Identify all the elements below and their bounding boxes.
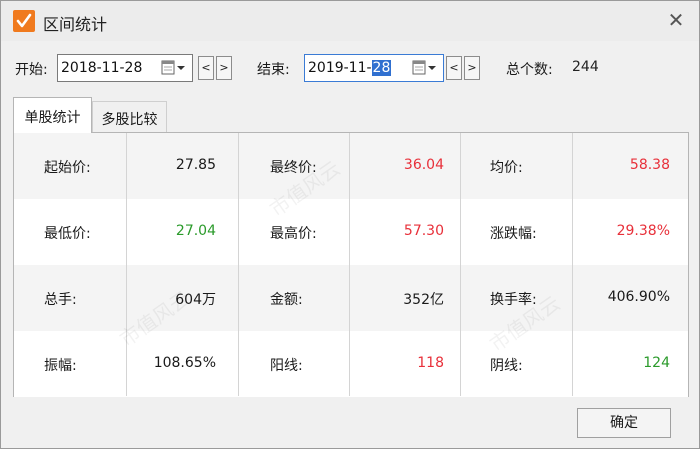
stat-label-avg-price: 均价:	[490, 160, 523, 176]
start-date-input[interactable]: 2018-11-28	[57, 54, 193, 82]
end-date-prefix: 2019-11-	[308, 60, 372, 76]
stat-label-change-pct: 涨跌幅:	[490, 226, 537, 242]
stat-label-volume: 总手:	[44, 292, 77, 308]
stat-label-amplitude: 振幅:	[44, 358, 77, 374]
stat-label-amount: 金额:	[270, 292, 303, 308]
close-icon: ✕	[667, 8, 685, 32]
stat-value-amount: 352亿	[403, 292, 444, 308]
close-button[interactable]: ✕	[665, 9, 687, 31]
stat-label-up-candles: 阳线:	[270, 358, 303, 374]
stats-grid: 起始价: 27.85 最终价: 36.04 均价: 58.38 最低价: 27.…	[14, 133, 688, 397]
stat-value-change-pct: 29.38%	[616, 223, 670, 239]
stat-label-high-price: 最高价:	[270, 226, 317, 242]
title-bar: 区间统计 ✕	[1, 1, 699, 41]
end-date-label: 结束:	[257, 62, 290, 78]
stat-value-down-candles: 124	[643, 355, 670, 371]
stat-label-turnover: 换手率:	[490, 292, 537, 308]
end-date-value: 2019-11-28	[308, 60, 392, 76]
tab-single-stock[interactable]: 单股统计	[13, 97, 92, 133]
start-date-value: 2018-11-28	[61, 60, 143, 76]
start-date-label: 开始:	[15, 62, 48, 78]
stat-value-start-price: 27.85	[175, 157, 216, 173]
checkmark-icon	[13, 10, 35, 32]
end-date-selected-day: 28	[371, 60, 392, 76]
stats-row: 总手: 604万 金额: 352亿 换手率: 406.90%	[14, 265, 688, 331]
stat-label-end-price: 最终价:	[270, 160, 317, 176]
column-divider	[349, 133, 350, 396]
stat-value-high-price: 57.30	[403, 223, 444, 239]
stat-label-low-price: 最低价:	[44, 226, 91, 242]
start-prev-button[interactable]: <	[198, 56, 214, 80]
stat-label-down-candles: 阴线:	[490, 358, 523, 374]
start-next-button[interactable]: >	[216, 56, 232, 80]
ok-button[interactable]: 确定	[577, 408, 671, 438]
stat-value-low-price: 27.04	[175, 223, 216, 239]
stats-row: 最低价: 27.04 最高价: 57.30 涨跌幅: 29.38%	[14, 199, 688, 265]
end-prev-button[interactable]: <	[446, 56, 462, 80]
stats-row: 起始价: 27.85 最终价: 36.04 均价: 58.38	[14, 133, 688, 199]
stat-value-up-candles: 118	[417, 355, 444, 371]
stat-value-volume: 604万	[175, 292, 216, 308]
end-next-button[interactable]: >	[464, 56, 480, 80]
stat-value-end-price: 36.04	[403, 157, 444, 173]
date-range-row: 开始: 2018-11-28 < > 结束: 2019-11-28 < > 总个…	[1, 53, 699, 83]
stats-row: 振幅: 108.65% 阳线: 118 阴线: 124	[14, 331, 688, 397]
count-label: 总个数:	[506, 62, 553, 78]
stat-label-start-price: 起始价:	[44, 160, 91, 176]
column-divider	[126, 133, 127, 396]
end-date-input[interactable]: 2019-11-28	[304, 54, 444, 82]
column-divider	[238, 133, 239, 396]
stat-value-avg-price: 58.38	[629, 157, 670, 173]
window-title: 区间统计	[43, 15, 108, 34]
calendar-dropdown-icon[interactable]	[161, 60, 187, 76]
column-divider	[572, 133, 573, 396]
column-divider	[460, 133, 461, 396]
calendar-dropdown-icon[interactable]	[412, 60, 438, 76]
tab-multi-stock[interactable]: 多股比较	[92, 101, 167, 133]
count-value: 244	[572, 59, 599, 75]
stat-value-turnover: 406.90%	[607, 289, 670, 305]
stat-value-amplitude: 108.65%	[153, 355, 216, 371]
stats-panel: 起始价: 27.85 最终价: 36.04 均价: 58.38 最低价: 27.…	[13, 132, 689, 397]
dialog-window: 区间统计 ✕ 开始: 2018-11-28 < > 结束: 2019-11-28	[0, 0, 700, 449]
